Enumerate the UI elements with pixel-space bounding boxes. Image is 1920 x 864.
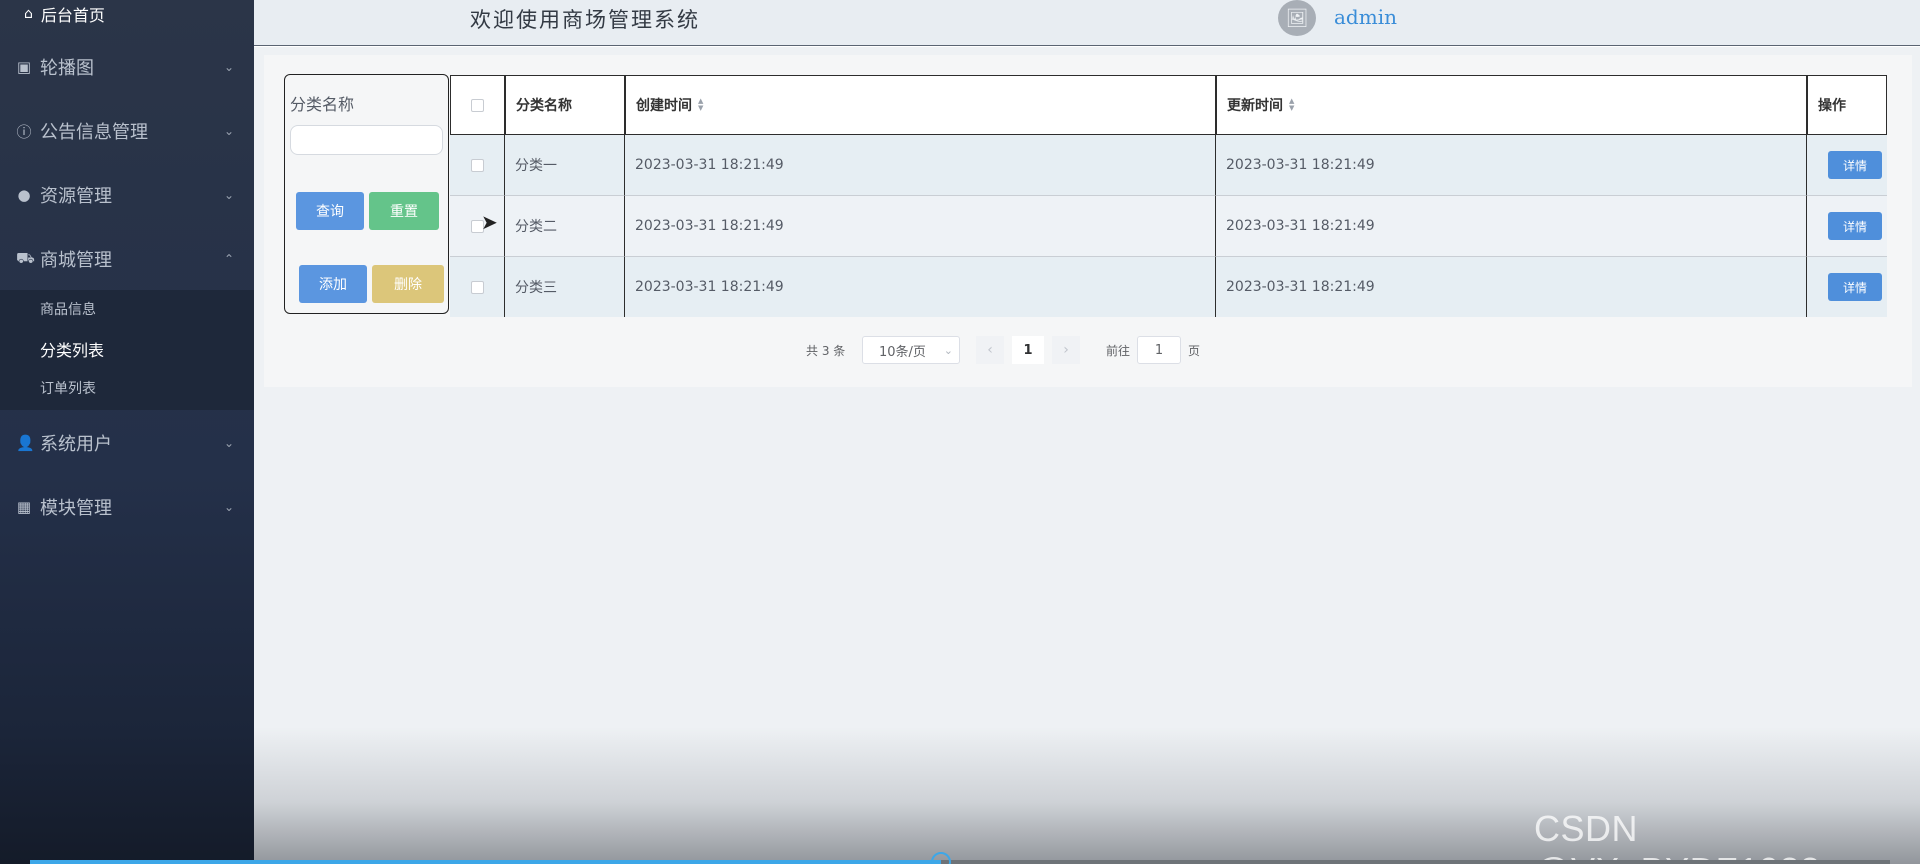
video-progress-fill: [30, 860, 942, 864]
select-all-checkbox[interactable]: [471, 98, 484, 112]
column-header-label: 更新时间: [1227, 98, 1283, 114]
watermark: CSDN @VX_BYDZ1988: [1534, 808, 1820, 864]
table-row-checkbox-cell: [450, 257, 505, 317]
pagination-total: 共 3 条: [806, 343, 846, 358]
table-cell-updated: 2023-03-31 18:21:49: [1216, 196, 1807, 257]
column-header-label: 创建时间: [636, 98, 692, 114]
prev-page-button[interactable]: ‹: [976, 336, 1004, 364]
table-row-checkbox-cell: [450, 135, 505, 196]
page-number-current[interactable]: 1: [1012, 336, 1044, 364]
detail-button[interactable]: 详情: [1828, 212, 1882, 240]
sidebar-item-notice[interactable]: ⓘ 公告信息管理 ⌄: [0, 102, 254, 160]
chevron-down-icon: ⌄: [223, 188, 234, 202]
location-pin-icon: ●: [17, 186, 31, 204]
sidebar-home-label: 后台首页: [40, 6, 105, 25]
select-all-cell: [450, 75, 505, 135]
submenu-item-products[interactable]: 商品信息: [0, 290, 254, 328]
chevron-down-icon: ⌄: [223, 124, 234, 138]
page-unit-label: 页: [1188, 343, 1201, 358]
chevron-right-icon: ›: [1063, 342, 1069, 358]
row-checkbox[interactable]: [470, 158, 484, 172]
top-header: 欢迎使用商场管理系统 🖼 admin: [254, 0, 1920, 46]
sidebar-item-label: 资源管理: [40, 186, 112, 207]
table-cell-created: 2023-03-31 18:21:49: [625, 196, 1216, 257]
table-cell-actions: 详情: [1807, 135, 1887, 196]
table-cell-created: 2023-03-31 18:21:49: [625, 135, 1216, 196]
sidebar-item-resources[interactable]: ● 资源管理 ⌄: [0, 166, 254, 224]
detail-button[interactable]: 详情: [1828, 151, 1882, 179]
submenu-item-orders[interactable]: 订单列表: [0, 369, 254, 407]
category-name-input[interactable]: [290, 125, 443, 155]
sidebar-item-label: 公告信息管理: [40, 122, 148, 143]
next-page-button[interactable]: ›: [1052, 336, 1080, 364]
sort-icon[interactable]: ▲ ▼: [1289, 98, 1294, 112]
chevron-down-icon: ⌄: [223, 60, 234, 74]
reset-button[interactable]: 重置: [369, 192, 439, 230]
sidebar-item-label: 模块管理: [40, 498, 112, 519]
submenu-item-label: 商品信息: [40, 302, 96, 318]
mall-submenu: 商品信息 分类列表 订单列表: [0, 290, 254, 410]
sidebar-item-carousel[interactable]: ▣ 轮播图 ⌄: [0, 38, 254, 96]
add-button[interactable]: 添加: [299, 265, 367, 303]
user-icon: 👤: [16, 434, 35, 452]
table-cell-actions: 详情: [1807, 196, 1887, 257]
page-size-value: 10条/页: [879, 344, 926, 360]
column-header-updated[interactable]: 更新时间 ▲ ▼: [1216, 75, 1807, 135]
table-cell-updated: 2023-03-31 18:21:49: [1216, 135, 1807, 196]
username[interactable]: admin: [1334, 5, 1397, 29]
column-header-created[interactable]: 创建时间 ▲ ▼: [625, 75, 1216, 135]
submenu-item-label: 分类列表: [40, 341, 105, 360]
avatar[interactable]: 🖼: [1278, 0, 1316, 36]
table-cell-name: 分类一: [505, 135, 625, 196]
search-label: 分类名称: [290, 95, 355, 114]
column-header-name: 分类名称: [505, 75, 625, 135]
goto-page-input[interactable]: 1: [1137, 336, 1181, 364]
sidebar-item-label: 轮播图: [40, 58, 94, 79]
chevron-down-icon: ⌄: [943, 343, 953, 357]
sidebar-item-mall[interactable]: ⛟ 商城管理 ⌃: [0, 230, 254, 288]
sidebar-item-label: 商城管理: [40, 250, 112, 271]
sidebar-home[interactable]: ⌂ 后台首页: [0, 0, 254, 28]
image-placeholder-icon: 🖼: [1285, 7, 1309, 29]
column-header-actions: 操作: [1807, 75, 1887, 135]
table-cell-updated: 2023-03-31 18:21:49: [1216, 257, 1807, 317]
table-cell-actions: 详情: [1807, 257, 1887, 317]
table-cell-name: 分类三: [505, 257, 625, 317]
chevron-down-icon: ⌄: [223, 500, 234, 514]
image-icon: ▣: [16, 58, 32, 76]
info-circle-icon: ⓘ: [16, 122, 32, 141]
sidebar-item-modules[interactable]: ▦ 模块管理 ⌄: [0, 478, 254, 536]
detail-button[interactable]: 详情: [1828, 273, 1882, 301]
sidebar-item-users[interactable]: 👤 系统用户 ⌄: [0, 414, 254, 472]
category-table: 分类名称 创建时间 ▲ ▼ 更新时间 ▲ ▼ 操作 分类一 2023-03-31 1…: [450, 75, 1887, 317]
sidebar: ⌂ 后台首页 ▣ 轮播图 ⌄ ⓘ 公告信息管理 ⌄ ● 资源管理 ⌄ ⛟ 商城管…: [0, 0, 254, 864]
row-checkbox[interactable]: [470, 280, 484, 294]
video-progress-bar[interactable]: [30, 852, 1890, 864]
page-title: 欢迎使用商场管理系统: [470, 8, 700, 32]
grid-icon: ▦: [16, 498, 32, 516]
chevron-down-icon: ⌄: [223, 436, 234, 450]
chevron-up-icon: ⌃: [223, 252, 234, 266]
cart-icon: ⛟: [16, 249, 35, 267]
sidebar-item-label: 系统用户: [40, 434, 112, 455]
submenu-item-categories[interactable]: 分类列表: [0, 330, 254, 368]
mouse-cursor-icon: ➤: [481, 210, 498, 234]
table-cell-created: 2023-03-31 18:21:49: [625, 257, 1216, 317]
goto-label: 前往: [1106, 343, 1131, 358]
query-button[interactable]: 查询: [296, 192, 364, 230]
search-form: 分类名称 查询 重置 添加 删除: [284, 74, 449, 314]
sort-icon[interactable]: ▲ ▼: [698, 98, 703, 112]
delete-button[interactable]: 删除: [372, 265, 444, 303]
page-size-select[interactable]: 10条/页 ⌄: [862, 336, 960, 364]
home-icon: ⌂: [24, 6, 33, 22]
submenu-item-label: 订单列表: [40, 381, 96, 397]
table-cell-name: 分类二: [505, 196, 625, 257]
chevron-left-icon: ‹: [987, 342, 993, 358]
